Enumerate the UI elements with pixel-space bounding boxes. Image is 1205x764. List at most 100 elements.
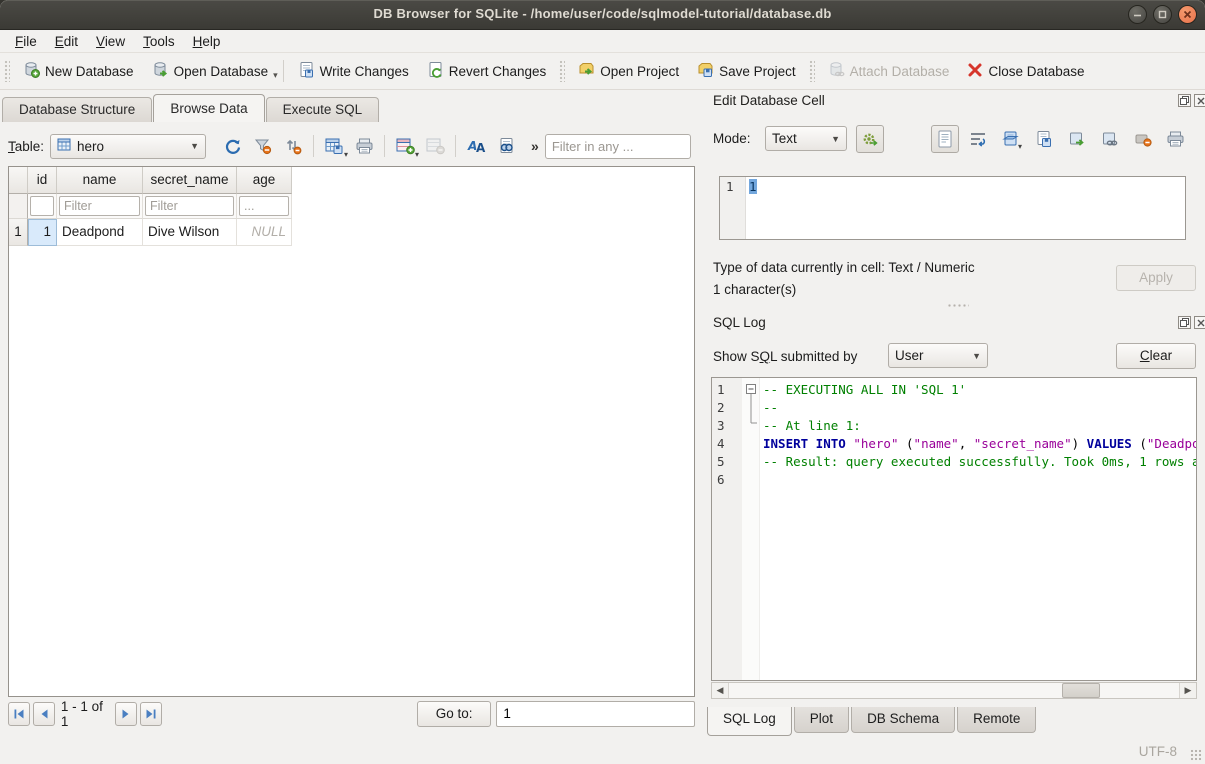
sql-log-close-button[interactable] xyxy=(1194,316,1205,329)
column-header-age[interactable]: age xyxy=(237,167,292,194)
dock-splitter-handle[interactable] xyxy=(947,303,969,308)
previous-page-button[interactable] xyxy=(33,702,55,726)
import-from-file-button[interactable]: ▾ xyxy=(999,127,1023,151)
menu-help[interactable]: Help xyxy=(184,32,230,51)
export-to-file-button[interactable] xyxy=(1032,127,1056,151)
menu-tools[interactable]: Tools xyxy=(134,32,184,51)
menu-edit[interactable]: Edit xyxy=(46,32,87,51)
toolbar-drag-handle-3[interactable] xyxy=(809,60,815,82)
find-button[interactable] xyxy=(491,133,521,159)
revert-changes-button[interactable]: Revert Changes xyxy=(418,56,556,86)
first-page-button[interactable] xyxy=(8,702,30,726)
close-button[interactable] xyxy=(1178,5,1197,24)
dock-tab-plot[interactable]: Plot xyxy=(794,707,849,733)
sql-log-float-button[interactable] xyxy=(1178,316,1191,329)
dock-tab-db-schema[interactable]: DB Schema xyxy=(851,707,955,733)
resize-grip[interactable] xyxy=(1190,749,1202,761)
edit-cell-close-button[interactable] xyxy=(1194,94,1205,107)
font-button[interactable]: AA xyxy=(461,133,491,159)
text-format-button[interactable] xyxy=(931,125,959,153)
cell-age-null[interactable]: NULL xyxy=(237,219,292,246)
data-grid: id name secret_name age 1 1 Deadpond Div… xyxy=(8,166,695,697)
show-sql-combo[interactable]: User ▼ xyxy=(888,343,988,368)
attach-database-icon xyxy=(828,61,845,81)
close-database-button[interactable]: Close Database xyxy=(958,57,1093,86)
toolbar-overflow-chevron[interactable]: » xyxy=(531,138,539,154)
write-changes-button[interactable]: Write Changes xyxy=(289,56,418,86)
import-dropdown-caret[interactable]: ▾ xyxy=(1018,142,1022,151)
copy-link-button[interactable] xyxy=(1098,127,1122,151)
filter-any-column-input[interactable] xyxy=(545,134,691,159)
new-database-button[interactable]: New Database xyxy=(14,56,143,86)
cell-name[interactable]: Deadpond xyxy=(57,219,143,246)
find-icon xyxy=(497,137,516,155)
tab-database-structure[interactable]: Database Structure xyxy=(2,97,152,122)
goto-input[interactable] xyxy=(496,701,695,727)
last-page-button[interactable] xyxy=(140,702,162,726)
row-header-1[interactable]: 1 xyxy=(9,219,28,246)
save-project-icon xyxy=(697,61,714,81)
mode-label: Mode: xyxy=(713,131,751,146)
dock-tab-remote[interactable]: Remote xyxy=(957,707,1036,733)
close-database-label: Close Database xyxy=(988,64,1084,79)
scroll-left-arrow[interactable]: ◀ xyxy=(712,683,728,698)
toolbar-drag-handle-2[interactable] xyxy=(559,60,565,82)
clear-sorting-button[interactable] xyxy=(278,133,308,159)
save-project-button[interactable]: Save Project xyxy=(688,56,805,86)
print-cell-button[interactable] xyxy=(1163,127,1187,151)
filter-input-secret-name[interactable] xyxy=(145,196,234,216)
next-page-button[interactable] xyxy=(115,702,137,726)
apply-button[interactable]: Apply xyxy=(1116,265,1196,291)
goto-button[interactable]: Go to: xyxy=(417,701,491,727)
menu-view[interactable]: View xyxy=(87,32,134,51)
cell-id[interactable]: 1 xyxy=(28,219,57,246)
delete-record-button[interactable] xyxy=(420,133,450,159)
menu-file[interactable]: File xyxy=(6,32,46,51)
new-record-dropdown-caret[interactable]: ▾ xyxy=(415,150,419,159)
scroll-right-arrow[interactable]: ▶ xyxy=(1180,683,1196,698)
refresh-button[interactable] xyxy=(218,133,248,159)
grid-corner-cell[interactable] xyxy=(9,167,28,194)
print-button[interactable] xyxy=(349,133,379,159)
open-database-dropdown-caret[interactable]: ▾ xyxy=(273,70,278,81)
maximize-button[interactable] xyxy=(1153,5,1172,24)
column-header-secret-name[interactable]: secret_name xyxy=(143,167,237,194)
browse-separator-3 xyxy=(455,135,456,157)
new-database-label: New Database xyxy=(45,64,134,79)
tab-execute-sql[interactable]: Execute SQL xyxy=(266,97,380,122)
dock-tab-sql-log[interactable]: SQL Log xyxy=(707,707,792,736)
new-record-button[interactable]: ▾ xyxy=(390,133,420,159)
set-null-button[interactable] xyxy=(1131,127,1155,151)
filter-input-id[interactable] xyxy=(30,196,54,216)
clear-filters-button[interactable] xyxy=(248,133,278,159)
edit-cell-float-button[interactable] xyxy=(1178,94,1191,107)
cell-editor[interactable]: 1 1 xyxy=(719,176,1186,240)
filter-input-name[interactable] xyxy=(59,196,140,216)
scroll-thumb[interactable] xyxy=(1062,683,1100,698)
scroll-track[interactable] xyxy=(728,683,1180,698)
export-table-button[interactable]: ▾ xyxy=(319,133,349,159)
open-project-button[interactable]: Open Project xyxy=(569,56,688,86)
clear-log-button[interactable]: Clear xyxy=(1116,343,1196,369)
filter-input-age[interactable] xyxy=(239,196,289,216)
open-database-button[interactable]: Open Database xyxy=(143,56,278,86)
auto-switch-mode-button[interactable] xyxy=(856,125,884,153)
tab-browse-data[interactable]: Browse Data xyxy=(153,94,264,122)
table-combo[interactable]: hero ▼ xyxy=(50,134,206,159)
open-in-external-button[interactable] xyxy=(1065,127,1089,151)
toolbar-drag-handle[interactable] xyxy=(4,60,10,82)
attach-database-button[interactable]: Attach Database xyxy=(819,56,959,86)
column-header-name[interactable]: name xyxy=(57,167,143,194)
sql-log-hscrollbar[interactable]: ◀ ▶ xyxy=(711,682,1197,699)
minimize-button[interactable] xyxy=(1128,5,1147,24)
export-table-dropdown-caret[interactable]: ▾ xyxy=(344,150,348,159)
cell-secret-name[interactable]: Dive Wilson xyxy=(143,219,237,246)
mode-combo[interactable]: Text ▼ xyxy=(765,126,847,151)
window-title: DB Browser for SQLite - /home/user/code/… xyxy=(0,6,1205,21)
sql-log-editor[interactable]: 1-- EXECUTING ALL IN 'SQL 1'2--3-- At li… xyxy=(711,377,1197,681)
gear-icon xyxy=(861,130,879,148)
fold-marker-icon[interactable] xyxy=(745,383,759,427)
word-wrap-button[interactable] xyxy=(966,127,990,151)
column-header-id[interactable]: id xyxy=(28,167,57,194)
sql-log-dock-title: SQL Log xyxy=(713,315,766,330)
